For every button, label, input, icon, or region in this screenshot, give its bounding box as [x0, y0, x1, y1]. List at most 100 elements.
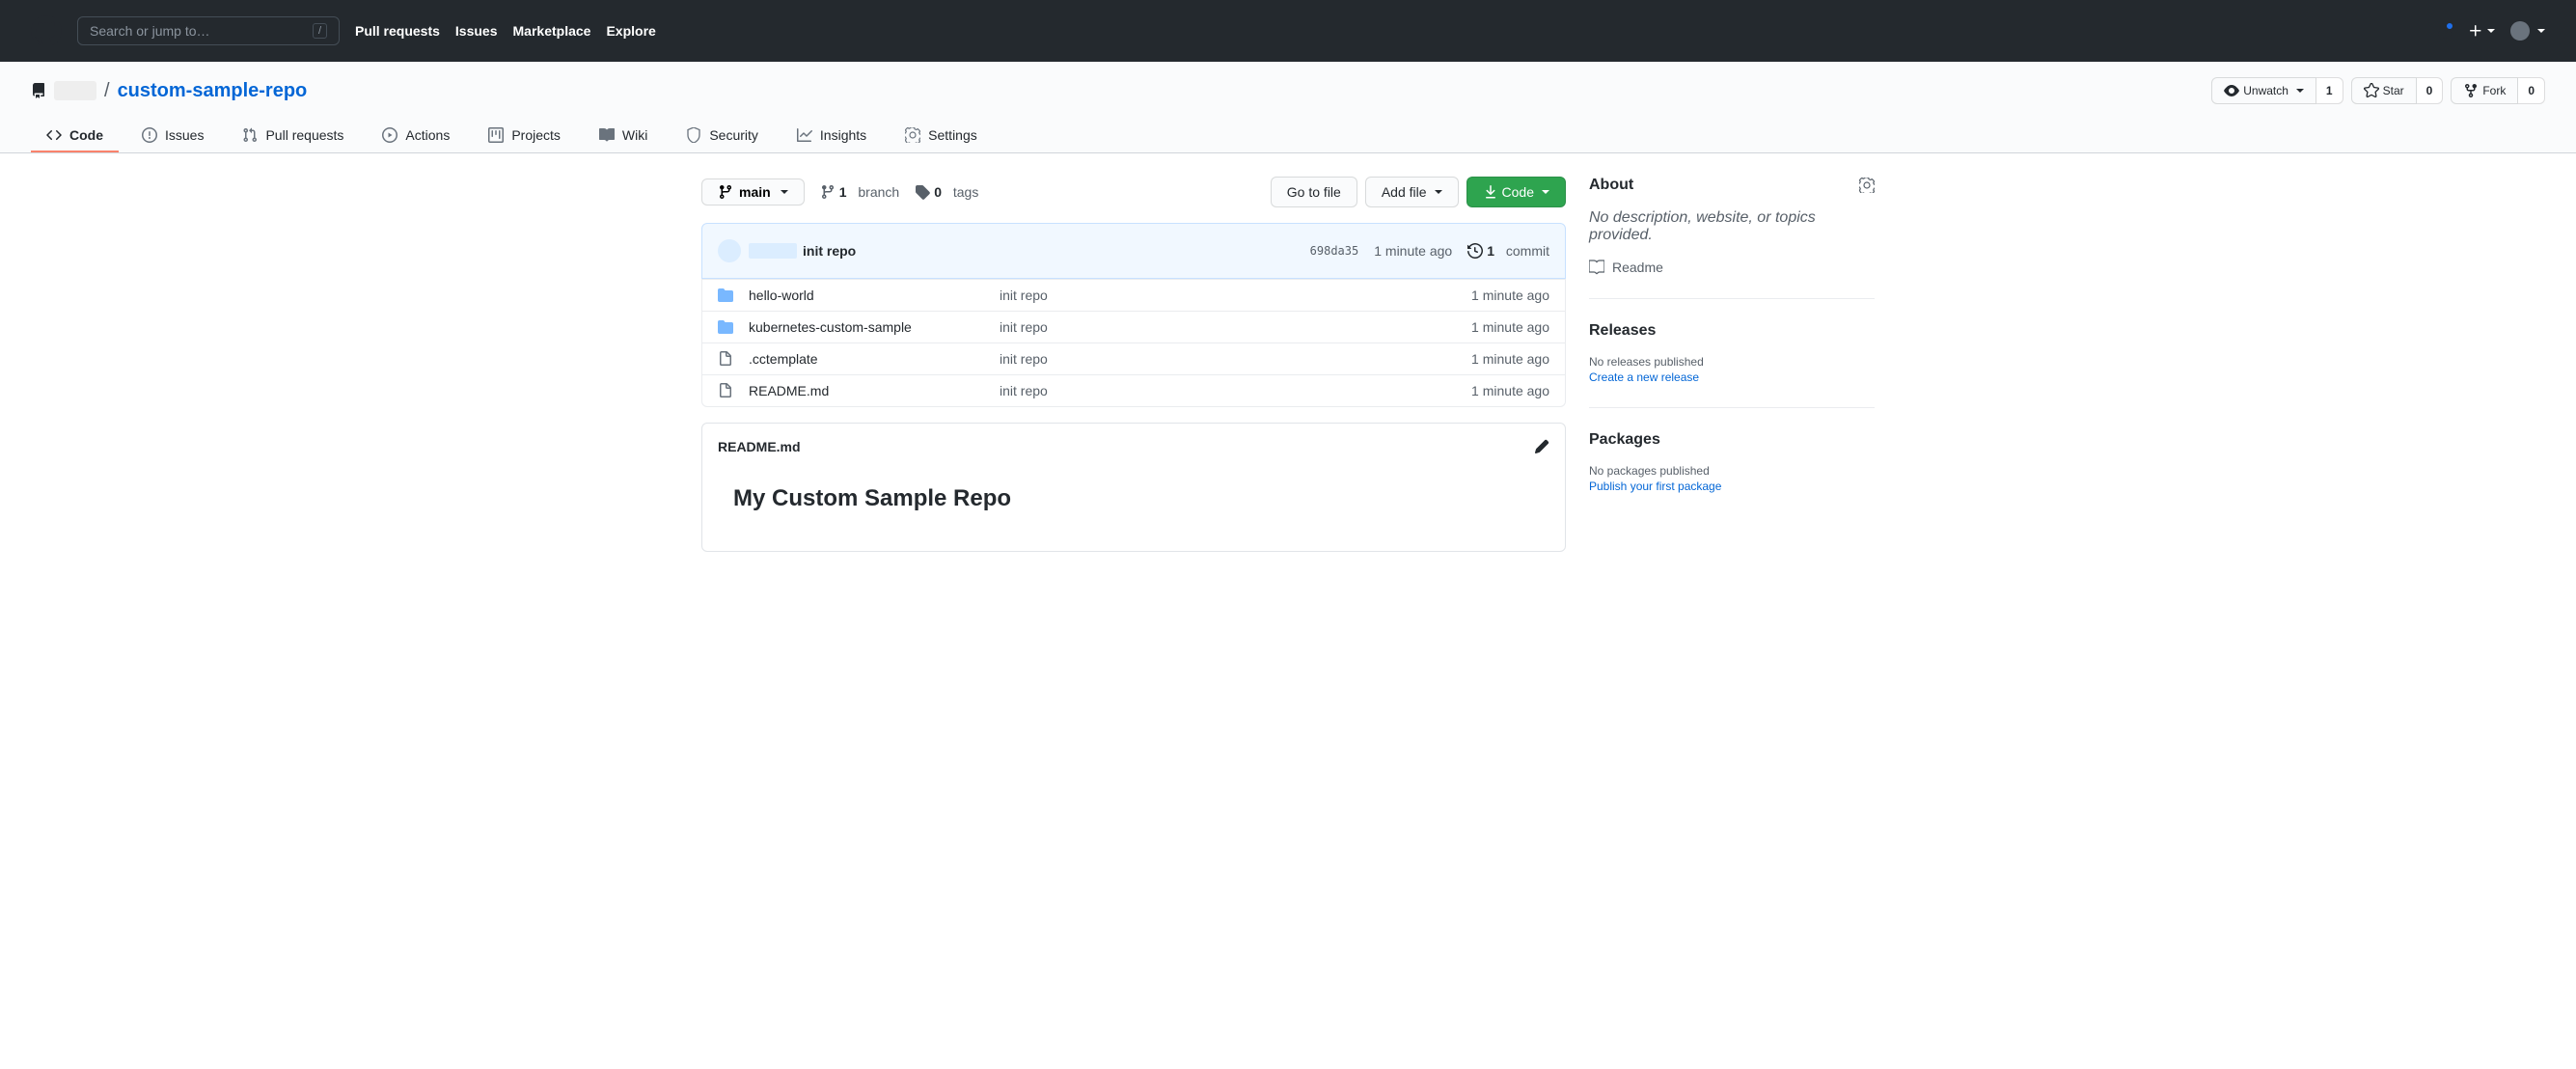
- user-menu[interactable]: [2510, 21, 2545, 41]
- repo-separator: /: [104, 80, 110, 102]
- unwatch-label: Unwatch: [2243, 81, 2288, 100]
- go-to-file-button[interactable]: Go to file: [1271, 177, 1357, 207]
- watchers-count[interactable]: 1: [2316, 77, 2343, 104]
- commit-message[interactable]: init repo: [803, 243, 856, 259]
- commit-time[interactable]: 1 minute ago: [1374, 243, 1452, 259]
- readme-heading: My Custom Sample Repo: [733, 485, 1534, 520]
- file-icon: [718, 351, 733, 367]
- edit-about-button[interactable]: [1859, 178, 1875, 193]
- nav-issues[interactable]: Issues: [455, 23, 498, 39]
- tab-actions[interactable]: Actions: [367, 120, 465, 152]
- slash-hint: /: [313, 23, 327, 39]
- releases-title: Releases: [1589, 322, 1875, 340]
- repo-owner[interactable]: [54, 81, 96, 100]
- tab-label: Projects: [511, 127, 561, 143]
- notifications-button[interactable]: [2437, 23, 2453, 39]
- commit-author[interactable]: [749, 243, 797, 259]
- repo-header: / custom-sample-repo Unwatch 1 Star 0: [0, 62, 2576, 153]
- file-icon: [718, 383, 733, 398]
- nav-pull-requests[interactable]: Pull requests: [355, 23, 440, 39]
- nav-explore[interactable]: Explore: [606, 23, 655, 39]
- notification-indicator: [2445, 21, 2454, 31]
- commit-sha[interactable]: 698da35: [1310, 244, 1359, 258]
- tab-label: Actions: [405, 127, 450, 143]
- tab-label: Issues: [165, 127, 204, 143]
- directory-icon: [718, 288, 733, 303]
- repo-name[interactable]: custom-sample-repo: [118, 80, 308, 102]
- tab-settings[interactable]: Settings: [890, 120, 993, 152]
- pencil-icon: [1534, 439, 1549, 454]
- search-box[interactable]: /: [77, 16, 340, 45]
- fork-label: Fork: [2482, 81, 2506, 100]
- tab-wiki[interactable]: Wiki: [584, 120, 663, 152]
- file-name-link[interactable]: .cctemplate: [749, 351, 818, 367]
- global-header: / Pull requests Issues Marketplace Explo…: [0, 0, 2576, 62]
- branch-name: main: [739, 184, 771, 200]
- commits-link[interactable]: 1 commit: [1467, 243, 1549, 259]
- unwatch-button[interactable]: Unwatch: [2211, 77, 2316, 104]
- file-row: kubernetes-custom-sample init repo 1 minut…: [702, 311, 1565, 343]
- history-icon: [1467, 243, 1483, 259]
- file-commit-message[interactable]: init repo: [1000, 383, 1048, 398]
- edit-readme-button[interactable]: [1534, 439, 1549, 454]
- file-list: hello-worldinit repo1 minute agokubernet…: [701, 279, 1566, 407]
- file-name-link[interactable]: kubernetes-custom-sample: [749, 319, 912, 335]
- file-commit-message[interactable]: init repo: [1000, 288, 1048, 303]
- sidebar: About No description, website, or topics…: [1589, 177, 1875, 552]
- file-commit-message[interactable]: init repo: [1000, 351, 1048, 367]
- tab-pull-requests[interactable]: Pull requests: [227, 120, 359, 152]
- file-commit-message[interactable]: init repo: [1000, 319, 1048, 335]
- tab-code[interactable]: Code: [31, 120, 119, 152]
- file-row: README.md init repo 1 minute ago: [702, 374, 1565, 406]
- star-button[interactable]: Star: [2351, 77, 2417, 104]
- add-file-button[interactable]: Add file: [1365, 177, 1459, 207]
- star-icon: [2364, 83, 2379, 98]
- tab-projects[interactable]: Projects: [473, 120, 576, 152]
- commit-author-avatar[interactable]: [718, 239, 741, 262]
- file-time: 1 minute ago: [1471, 319, 1549, 335]
- search-input[interactable]: [90, 23, 313, 39]
- tab-label: Wiki: [622, 127, 647, 143]
- file-name-link[interactable]: hello-world: [749, 288, 814, 303]
- stargazers-count[interactable]: 0: [2417, 77, 2444, 104]
- fork-button[interactable]: Fork: [2451, 77, 2518, 104]
- global-nav: Pull requests Issues Marketplace Explore: [355, 23, 656, 39]
- tab-label: Settings: [928, 127, 977, 143]
- gear-icon: [1859, 178, 1875, 193]
- file-name-link[interactable]: README.md: [749, 383, 829, 398]
- file-browser: init repo 698da35 1 minute ago 1 commit …: [701, 223, 1566, 407]
- file-time: 1 minute ago: [1471, 288, 1549, 303]
- tab-issues[interactable]: Issues: [126, 120, 219, 152]
- branch-select-button[interactable]: main: [701, 178, 805, 206]
- tags-link[interactable]: 0 tags: [915, 184, 978, 200]
- packages-title: Packages: [1589, 431, 1875, 449]
- graph-icon: [797, 127, 812, 143]
- forks-count[interactable]: 0: [2518, 77, 2545, 104]
- download-icon: [1483, 184, 1498, 200]
- shield-icon: [686, 127, 701, 143]
- project-icon: [488, 127, 504, 143]
- file-navigation: main 1 branch 0 tags Go to file Add file…: [701, 177, 1566, 207]
- book-icon: [599, 127, 615, 143]
- nav-marketplace[interactable]: Marketplace: [513, 23, 591, 39]
- readme-link[interactable]: Readme: [1589, 260, 1875, 275]
- github-logo[interactable]: [31, 15, 62, 46]
- branch-icon: [718, 184, 733, 200]
- gear-icon: [905, 127, 920, 143]
- file-time: 1 minute ago: [1471, 383, 1549, 398]
- about-block: About No description, website, or topics…: [1589, 177, 1875, 299]
- tab-insights[interactable]: Insights: [781, 120, 882, 152]
- create-new-menu[interactable]: [2468, 23, 2495, 39]
- code-icon: [46, 127, 62, 143]
- branches-link[interactable]: 1 branch: [820, 184, 900, 200]
- latest-commit-bar: init repo 698da35 1 minute ago 1 commit: [701, 223, 1566, 279]
- code-download-button[interactable]: Code: [1466, 177, 1566, 207]
- eye-icon: [2224, 83, 2239, 98]
- publish-package-link[interactable]: Publish your first package: [1589, 480, 1721, 493]
- tab-security[interactable]: Security: [671, 120, 774, 152]
- create-release-link[interactable]: Create a new release: [1589, 370, 1699, 384]
- repo-icon: [31, 83, 46, 98]
- file-row: .cctemplateinit repo1 minute ago: [702, 343, 1565, 374]
- issue-icon: [142, 127, 157, 143]
- tab-label: Security: [709, 127, 758, 143]
